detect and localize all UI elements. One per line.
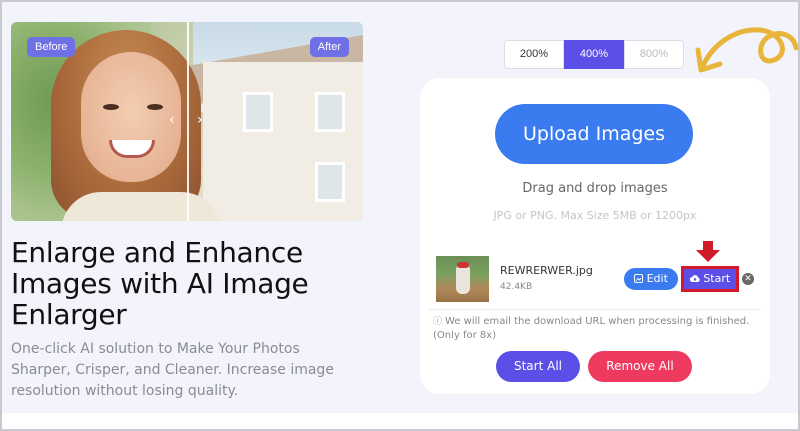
info-icon: ⓘ (433, 317, 443, 327)
curly-arrow-icon (695, 27, 799, 73)
scale-option-200[interactable]: 200% (504, 40, 564, 69)
portrait-face (81, 52, 181, 182)
email-notice-text: We will email the download URL when proc… (433, 316, 750, 341)
drag-drop-hint: Drag and drop images (522, 181, 668, 196)
house-window (315, 92, 345, 132)
file-limits-hint: JPG or PNG. Max Size 5MB or 1200px (493, 209, 697, 222)
scale-option-400[interactable]: 400% (564, 40, 624, 69)
scale-option-800[interactable]: 800% (624, 40, 684, 69)
email-notice: ⓘ We will email the download URL when pro… (433, 315, 763, 343)
portrait-eye (103, 104, 119, 110)
file-thumbnail (436, 256, 489, 302)
edit-button[interactable]: Edit (624, 268, 678, 290)
portrait-shirt (61, 192, 221, 221)
start-all-button[interactable]: Start All (496, 351, 580, 382)
edit-button-label: Edit (646, 272, 668, 285)
remove-all-button[interactable]: Remove All (588, 351, 692, 382)
house-window (315, 162, 345, 202)
thumbnail-figure (456, 264, 470, 294)
page-bottom-band (2, 413, 798, 429)
close-icon[interactable]: ✕ (742, 273, 754, 285)
file-name: REWRERWER.jpg (500, 264, 593, 277)
comparison-slider-divider[interactable] (187, 22, 189, 221)
chevron-right-icon[interactable]: › (197, 112, 203, 128)
start-button-label: Start (703, 272, 731, 285)
portrait-eye (147, 104, 163, 110)
page-title: Enlarge and Enhance Images with AI Image… (11, 236, 309, 331)
scale-selector: 200% 400% 800% (504, 40, 684, 69)
divider (428, 309, 762, 310)
image-edit-icon (634, 274, 644, 283)
page-subtitle: One-click AI solution to Make Your Photo… (11, 341, 334, 399)
file-list-item: REWRERWER.jpg 42.4KB Edit Start (436, 256, 756, 304)
chevron-left-icon[interactable]: ‹ (169, 112, 175, 128)
after-label: After (309, 37, 349, 57)
upload-images-button[interactable]: Upload Images (495, 104, 693, 164)
upload-card: Upload Images Drag and drop images JPG o… (420, 78, 770, 394)
file-size: 42.4KB (500, 282, 533, 292)
start-button[interactable]: Start (681, 266, 739, 292)
thumbnail-cap (457, 262, 469, 268)
house-window (243, 92, 273, 132)
before-after-comparison-image[interactable]: ‹ › Before After (11, 22, 363, 221)
before-label: Before (27, 37, 76, 57)
cloud-upload-icon (689, 275, 700, 283)
